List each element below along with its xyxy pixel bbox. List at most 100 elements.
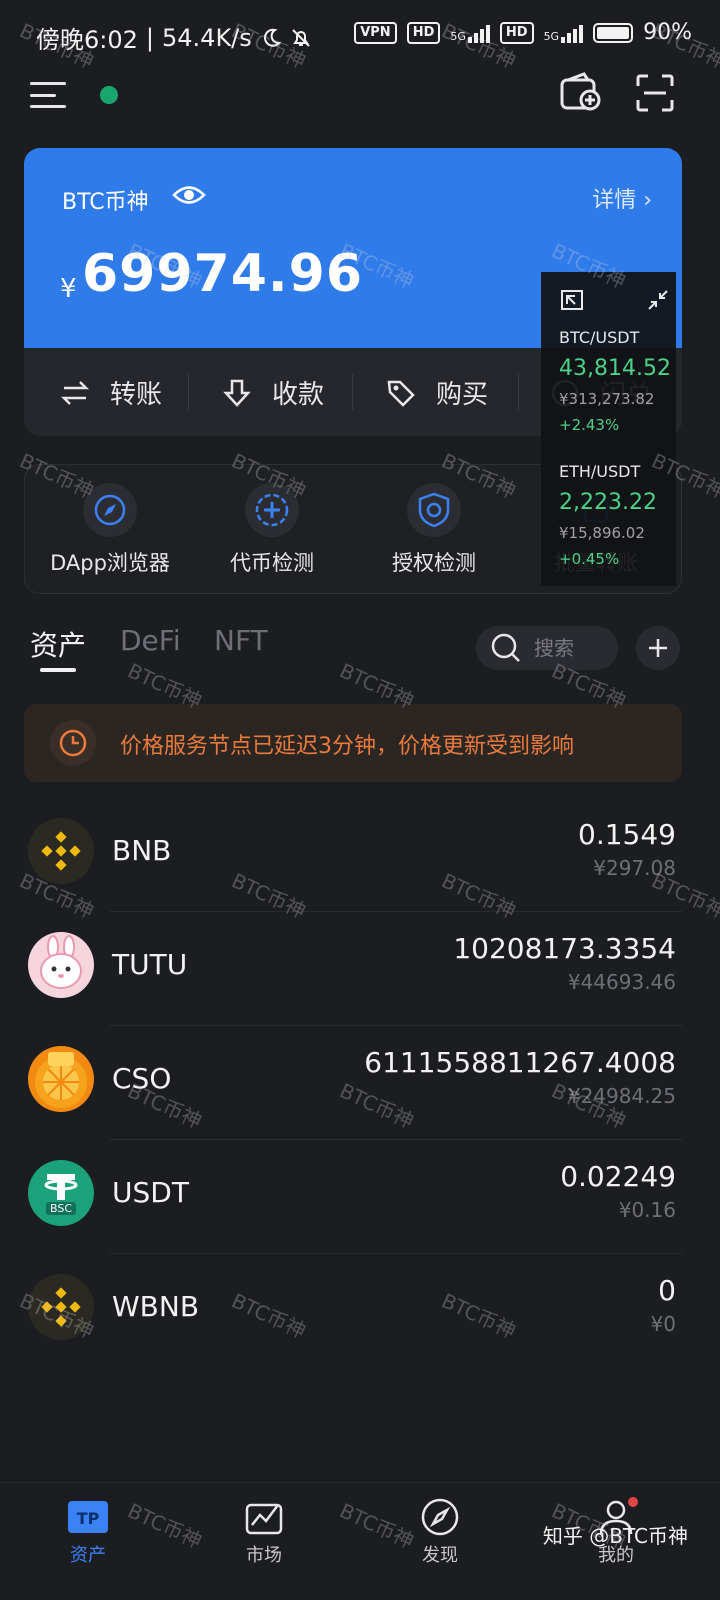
ticker-change-eth: +0.45% [559,550,620,568]
status-bar: 傍晚6:02 | 54.4K/s VPN HD 5G HD 5G 90% [0,0,720,72]
asset-symbol: USDT [112,1176,189,1209]
asset-value: ¥0.16 [618,1198,676,1222]
tp-wallet-icon: TP [68,1501,108,1533]
status-net-speed: 54.4K/s [162,23,252,52]
plus-icon [649,639,667,657]
signal-icon-2: 5G [544,23,584,43]
buy-label: 购买 [436,380,489,410]
collapse-arrows-icon[interactable] [648,290,668,310]
token-check-icon [255,493,289,527]
receive-button[interactable]: 收款 [222,374,324,411]
buy-tag-icon [387,380,415,407]
asset-symbol: WBNB [112,1290,200,1323]
asset-value: ¥0 [650,1312,676,1336]
vpn-badge: VPN [354,21,397,44]
asset-amount: 0.02249 [560,1160,676,1193]
ticker-pair-btc: BTC/USDT [559,328,640,347]
discover-compass-icon [421,1498,459,1536]
status-time: 傍晚6:02 [36,26,138,54]
ticker-pair-eth: ETH/USDT [559,462,641,481]
transfer-button[interactable]: 转账 [60,374,162,411]
menu-icon[interactable] [30,82,66,108]
asset-row[interactable]: BNB 0.1549 ¥297.08 [24,798,682,912]
nav-assets[interactable]: TP 资产 [28,1497,148,1567]
wbnb-logo-icon [28,1274,94,1340]
asset-value: ¥44693.46 [567,970,676,994]
notification-dot [628,1497,638,1507]
ticker-cny-btc: ¥313,273.82 [559,390,655,408]
wallet-add-icon[interactable] [560,72,602,112]
asset-amount: 0 [658,1274,676,1307]
ticker-price-eth: 2,223.22 [559,490,657,515]
hd-badge-1: HD [406,21,441,44]
status-left: 傍晚6:02 | 54.4K/s [36,20,312,55]
wallet-name: BTC币神 [62,190,149,215]
status-divider: | [145,23,154,52]
cso-orange-logo-icon [28,1046,94,1112]
asset-row[interactable]: BSC USDT 0.02249 ¥0.16 [24,1140,682,1254]
token-check-label: 代币检测 [230,551,314,575]
battery-percent: 90% [643,20,692,45]
asset-symbol: CSO [112,1062,172,1095]
search-input[interactable] [534,636,614,660]
transfer-icon [60,380,90,405]
details-link[interactable]: 详情 › [592,182,652,214]
search-icon [491,633,520,662]
moon-icon [263,28,282,47]
bnb-logo-icon [28,818,94,884]
nav-discover[interactable]: 发现 [380,1497,500,1567]
dapp-browser-button[interactable]: DApp浏览器 [25,483,195,577]
compass-icon [94,494,126,526]
hd-badge-2: HD [499,21,534,44]
add-token-button[interactable] [636,626,680,670]
asset-amount: 6111558811267.4008 [364,1046,676,1079]
nav-market[interactable]: 市场 [204,1497,324,1567]
tab-defi[interactable]: DeFi [120,624,181,657]
signal-icon-1: 5G [450,23,490,43]
eye-icon[interactable] [172,182,206,208]
ticker-change-btc: +2.43% [559,416,620,434]
network-type-1: 5G [450,29,466,43]
asset-row[interactable]: CSO 6111558811267.4008 ¥24984.25 [24,1026,682,1140]
ticker-price-btc: 43,814.52 [559,356,671,381]
token-check-button[interactable]: 代币检测 [187,483,357,577]
network-type-2: 5G [543,29,560,43]
details-label: 详情 [592,188,637,213]
battery-icon [593,22,634,43]
authorization-check-label: 授权检测 [392,551,476,575]
clock-icon [59,729,87,757]
tab-assets[interactable]: 资产 [30,624,86,664]
dapp-browser-label: DApp浏览器 [50,551,170,575]
price-ticker-overlay[interactable]: BTC/USDT 43,814.52 ¥313,273.82 +2.43% ET… [541,272,676,586]
asset-row[interactable]: TUTU 10208173.3354 ¥44693.46 [24,912,682,1026]
asset-symbol: BNB [112,834,172,867]
currency-symbol: ¥ [60,274,77,304]
bsc-badge: BSC [45,1201,77,1215]
nav-market-label: 市场 [246,1545,282,1566]
scan-icon[interactable] [636,74,674,112]
price-delay-notice[interactable]: 价格服务节点已延迟3分钟，价格更新受到影响 [24,704,682,782]
action-divider [352,374,353,410]
balance-amount: 69974.96 [82,244,364,304]
tab-underline [40,668,76,672]
asset-value: ¥297.08 [593,856,676,880]
minimize-icon[interactable] [561,290,583,310]
notice-text: 价格服务节点已延迟3分钟，价格更新受到影响 [120,734,574,759]
authorization-check-button[interactable]: 授权检测 [349,483,519,577]
bell-muted-icon [292,28,310,47]
source-credit: 知乎 @BTC币神 [542,1524,688,1548]
status-right: VPN HD 5G HD 5G 90% [354,20,692,45]
tab-nft[interactable]: NFT [214,624,268,657]
nav-discover-label: 发现 [422,1545,458,1566]
search-box[interactable] [476,626,618,670]
receive-label: 收款 [272,380,325,410]
action-divider [518,374,519,410]
usdt-bsc-logo-icon: BSC [28,1160,94,1226]
buy-button[interactable]: 购买 [386,374,488,411]
ticker-cny-eth: ¥15,896.02 [559,524,645,542]
shield-icon [418,492,450,528]
receive-icon [223,379,251,407]
tutu-rabbit-logo-icon [28,932,94,998]
asset-amount: 0.1549 [578,818,676,851]
asset-row[interactable]: WBNB 0 ¥0 [24,1254,682,1368]
